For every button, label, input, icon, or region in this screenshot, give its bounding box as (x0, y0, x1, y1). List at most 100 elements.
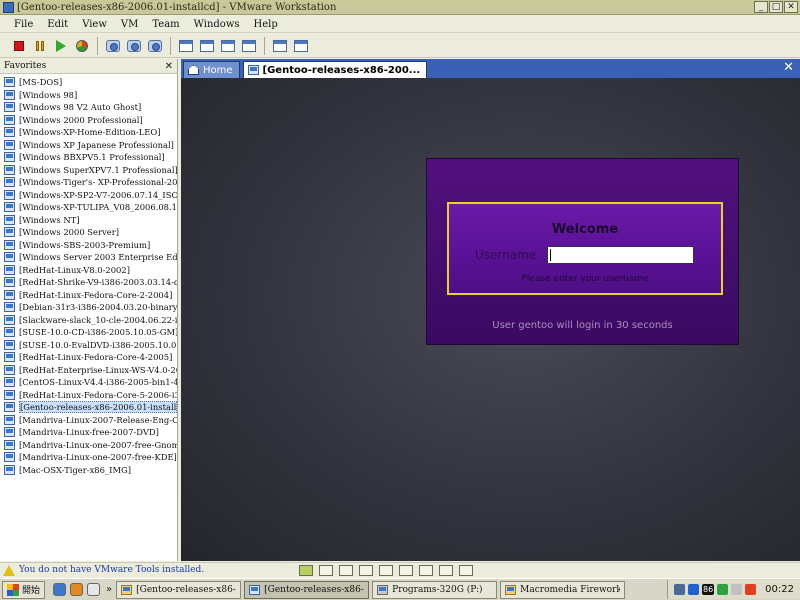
vm-icon (4, 89, 15, 100)
minimize-button[interactable]: _ (754, 1, 768, 13)
show-desktop-icon[interactable] (87, 583, 101, 596)
drive-icon (377, 584, 389, 595)
harddisk-icon[interactable] (299, 564, 313, 576)
sidebar-icon (179, 39, 193, 52)
favorites-item[interactable]: [Mandriva-Linux-free-2007-DVD] (0, 426, 177, 439)
home-icon (188, 65, 199, 75)
taskbar-item[interactable]: [Gentoo-releases-x86-200... (116, 580, 242, 599)
tray-badge[interactable]: 86 (701, 584, 715, 595)
favorites-item[interactable]: [Windows 98] (0, 89, 177, 102)
favorites-item[interactable]: [Windows-XP-TULIPA_V08_2006.08.17] (0, 201, 177, 214)
favorites-item[interactable]: [Mandriva-Linux-one-2007-free-Gnome] (0, 439, 177, 452)
favorites-item[interactable]: [Windows-Tiger's- XP-Professional-2006-0 (0, 176, 177, 189)
favorites-item[interactable]: [RedHat-Linux-Fedora-Core-5-2006-i386] (0, 389, 177, 402)
sound-icon[interactable] (399, 564, 413, 576)
favorites-item-label: [RedHat-Shrike-V9-i386-2003.03.14-disc- (19, 277, 177, 288)
reset-button[interactable] (73, 37, 91, 55)
tab-gentoo[interactable]: [Gentoo-releases-x86-200... (242, 61, 428, 78)
vmware-icon (249, 584, 261, 595)
vm-icon (4, 77, 15, 88)
favorites-item[interactable]: [Windows 98 V2 Auto Ghost] (0, 101, 177, 114)
network-icon[interactable] (359, 564, 373, 576)
favorites-item[interactable]: [Windows NT] (0, 214, 177, 227)
cdrom-icon[interactable] (319, 564, 333, 576)
firefox-icon[interactable] (70, 583, 84, 596)
favorites-item[interactable]: [Slackware-slack_10-cle-2004.06.22-insta… (0, 314, 177, 327)
favorites-item[interactable]: [Windows 2000 Professional] (0, 114, 177, 127)
menu-view[interactable]: View (82, 19, 107, 30)
quick-launch-more-icon[interactable]: » (106, 584, 112, 595)
favorites-item[interactable]: [Windows-SBS-2003-Premium] (0, 239, 177, 252)
favorites-item[interactable]: [RedHat-Linux-Fedora-Core-2-2004] (0, 289, 177, 302)
folder-icon (505, 584, 517, 595)
menu-windows[interactable]: Windows (194, 19, 240, 30)
favorites-item[interactable]: [Mandriva-Linux-2007-Release-Eng-CD] (0, 414, 177, 427)
favorites-item[interactable]: [RedHat-Linux-V8.0-2002] (0, 264, 177, 277)
favorites-item[interactable]: [RedHat-Linux-Fedora-Core-4-2005] (0, 351, 177, 364)
printer-icon[interactable] (419, 564, 433, 576)
favorites-item[interactable]: [Windows SuperXPV7.1 Professional] (0, 164, 177, 177)
menu-file[interactable]: File (14, 19, 33, 30)
favorites-item[interactable]: [RedHat-Shrike-V9-i386-2003.03.14-disc- (0, 276, 177, 289)
ie-icon[interactable] (53, 583, 67, 596)
taskbar-item[interactable]: Macromedia Fireworks M... (500, 580, 626, 599)
favorites-item[interactable]: [RedHat-Enterprise-Linux-WS-V4.0-2005- (0, 364, 177, 377)
favorites-item[interactable]: [Windows BBXPV5.1 Professional] (0, 151, 177, 164)
close-button[interactable]: ✕ (784, 1, 798, 13)
network-tray-icon[interactable] (673, 584, 685, 595)
toolbar-separator (264, 36, 265, 55)
favorites-item[interactable]: [MS-DOS] (0, 76, 177, 89)
favorites-item[interactable]: [Windows XP Japanese Professional] (0, 139, 177, 152)
username-input[interactable] (547, 246, 694, 264)
menu-team[interactable]: Team (152, 19, 179, 30)
favorites-item-label: [Windows 98 V2 Auto Ghost] (19, 102, 142, 113)
vmware-tools-message[interactable]: You do not have VMware Tools installed. (19, 565, 287, 575)
message-icon[interactable] (439, 564, 453, 576)
taskbar-item[interactable]: Programs-320G (P:) (372, 580, 498, 599)
favorites-item[interactable]: [Windows-XP-SP2-V7-2006.07.14_ISO] (0, 189, 177, 202)
quick-switch-button[interactable] (198, 37, 216, 55)
power-on-button[interactable] (52, 37, 70, 55)
favorites-item[interactable]: [Windows-XP-Home-Edition-LEO] (0, 126, 177, 139)
shield-icon[interactable] (687, 584, 699, 595)
usb-icon[interactable] (379, 564, 393, 576)
menu-edit[interactable]: Edit (47, 19, 68, 30)
volume-icon[interactable] (731, 584, 743, 595)
help-icon[interactable] (459, 564, 473, 576)
full-screen-button[interactable] (219, 37, 237, 55)
snapshot-manager-button[interactable] (146, 37, 164, 55)
antivirus-icon[interactable] (745, 584, 757, 595)
favorites-item[interactable]: [SUSE-10.0-EvalDVD-i386-2005.10.05-G (0, 339, 177, 352)
power-off-button[interactable] (10, 37, 28, 55)
take-snapshot-button[interactable] (104, 37, 122, 55)
tab-home[interactable]: Home (183, 61, 240, 78)
favorites-item-label: [Windows XP Japanese Professional] (19, 139, 174, 150)
console-view-button[interactable] (240, 37, 258, 55)
start-button[interactable]: 開始 (2, 580, 46, 599)
favorites-item[interactable]: [Debian-31r3-i386-2004.03.20-binary-ISO (0, 301, 177, 314)
suspend-button[interactable] (31, 37, 49, 55)
favorites-item[interactable]: [Gentoo-releases-x86-2006.01-installcd] (0, 401, 177, 414)
appliance-view-button[interactable] (292, 37, 310, 55)
favorites-item[interactable]: [Mandriva-Linux-one-2007-free-KDE] (0, 451, 177, 464)
floppy-icon[interactable] (339, 564, 353, 576)
maximize-button[interactable]: □ (769, 1, 783, 13)
favorites-close-icon[interactable]: ✕ (165, 61, 173, 72)
favorites-item[interactable]: [Mac-OSX-Tiger-x86_IMG] (0, 464, 177, 477)
favorites-item[interactable]: [CentOS-Linux-V4.4-i386-2005-bin1-4] (0, 376, 177, 389)
taskbar-item-label: Macromedia Fireworks M... (520, 584, 620, 595)
update-icon[interactable] (717, 584, 729, 595)
menu-help[interactable]: Help (254, 19, 278, 30)
favorites-item[interactable]: [SUSE-10.0-CD-i386-2005.10.05-GM] (0, 326, 177, 339)
taskbar-item[interactable]: [Gentoo-releases-x86-200... (244, 580, 370, 599)
summary-view-button[interactable] (271, 37, 289, 55)
favorites-item[interactable]: [Windows Server 2003 Enterprise Edition] (0, 251, 177, 264)
revert-snapshot-button[interactable] (125, 37, 143, 55)
vm-icon (4, 152, 15, 163)
show-sidebar-button[interactable] (177, 37, 195, 55)
vmware-app-icon[interactable] (3, 1, 14, 13)
favorites-item[interactable]: [Windows 2000 Server] (0, 226, 177, 239)
close-tab-icon[interactable]: ✕ (783, 60, 794, 75)
vm-display[interactable]: Welcome Username Please enter your usern… (181, 78, 800, 561)
menu-vm[interactable]: VM (121, 19, 138, 30)
